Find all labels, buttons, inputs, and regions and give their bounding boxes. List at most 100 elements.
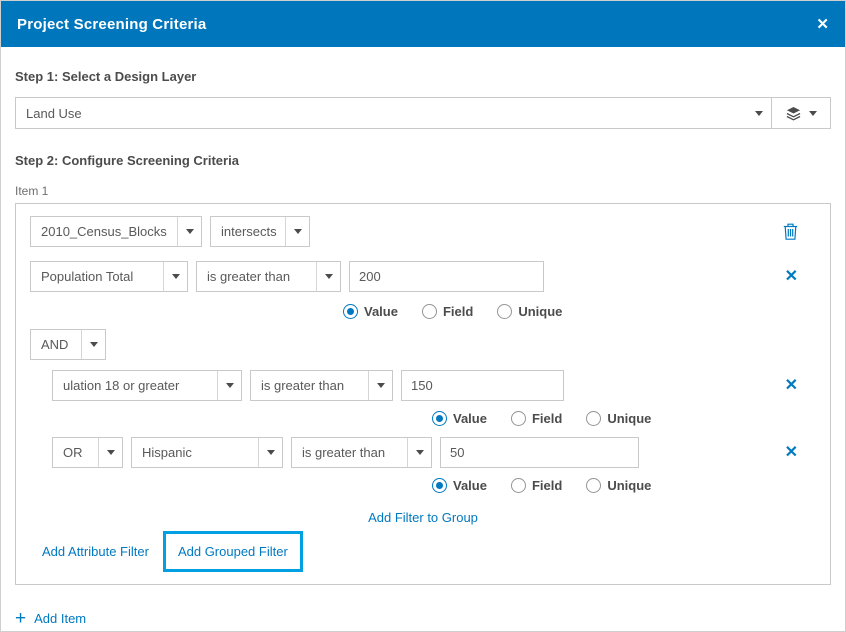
filter3-field-value: Hispanic (142, 445, 258, 460)
caret-down-icon (407, 438, 431, 467)
caret-down-icon (98, 438, 122, 467)
group-operator-value: AND (41, 337, 81, 352)
screening-layer-value: 2010_Census_Blocks (41, 224, 177, 239)
radio-option-field[interactable]: Field (511, 478, 562, 493)
radio-unchecked-icon (586, 478, 601, 493)
design-layer-row: Land Use (15, 97, 831, 129)
item-panel: 2010_Census_Blocks intersects (15, 203, 831, 585)
radio-option-unique[interactable]: Unique (586, 478, 651, 493)
filter-row-3: OR Hispanic is greater than ✕ (52, 437, 816, 468)
filter1-operator-value: is greater than (207, 269, 316, 284)
dialog-header: Project Screening Criteria ✕ (1, 1, 845, 47)
caret-down-icon (747, 98, 771, 128)
radio-label-field: Field (532, 411, 562, 426)
radio-option-field[interactable]: Field (511, 411, 562, 426)
filter2-field-value: ulation 18 or greater (63, 378, 217, 393)
radio-checked-icon (432, 411, 447, 426)
filter1-field-value: Population Total (41, 269, 163, 284)
radio-option-value[interactable]: Value (432, 411, 487, 426)
filter2-field-select[interactable]: ulation 18 or greater (52, 370, 242, 401)
step1-label: Step 1: Select a Design Layer (15, 69, 831, 84)
caret-down-icon (217, 371, 241, 400)
radio-label-field: Field (443, 304, 473, 319)
filter-actions-row: Add Attribute Filter Add Grouped Filter (30, 528, 816, 574)
radio-checked-icon (432, 478, 447, 493)
filter3-value-type-radios: Value Field Unique (432, 478, 816, 493)
spatial-operator-select[interactable]: intersects (210, 216, 310, 247)
group-operator-select[interactable]: AND (30, 329, 106, 360)
filter3-logical-select[interactable]: OR (52, 437, 123, 468)
radio-label-field: Field (532, 478, 562, 493)
dialog-body: Step 1: Select a Design Layer Land Use S… (1, 47, 845, 631)
design-layer-value: Land Use (26, 106, 747, 121)
plus-icon[interactable]: + (15, 609, 26, 628)
radio-option-unique[interactable]: Unique (586, 411, 651, 426)
filter1-operator-select[interactable]: is greater than (196, 261, 341, 292)
radio-label-unique: Unique (518, 304, 562, 319)
add-item-row: + Add Item (15, 609, 831, 628)
radio-unchecked-icon (497, 304, 512, 319)
radio-label-value: Value (453, 411, 487, 426)
radio-option-value[interactable]: Value (343, 304, 398, 319)
filter2-value-input[interactable] (401, 370, 564, 401)
filter3-field-select[interactable]: Hispanic (131, 437, 283, 468)
radio-label-value: Value (364, 304, 398, 319)
filter1-value-type-radios: Value Field Unique (343, 304, 816, 319)
filter3-logical-value: OR (63, 445, 98, 460)
radio-option-unique[interactable]: Unique (497, 304, 562, 319)
radio-unchecked-icon (586, 411, 601, 426)
filter1-value-input[interactable] (349, 261, 544, 292)
caret-down-icon (177, 217, 201, 246)
filter3-operator-select[interactable]: is greater than (291, 437, 432, 468)
filter2-value-type-radios: Value Field Unique (432, 411, 816, 426)
filter2-operator-value: is greater than (261, 378, 368, 393)
radio-label-unique: Unique (607, 478, 651, 493)
radio-label-value: Value (453, 478, 487, 493)
add-item-link[interactable]: Add Item (34, 611, 86, 626)
grouped-filters: ulation 18 or greater is greater than ✕ (52, 370, 816, 493)
add-grouped-filter-focus-box: Add Grouped Filter (163, 531, 303, 572)
filter-row-2: ulation 18 or greater is greater than ✕ (52, 370, 816, 401)
add-attribute-filter-link[interactable]: Add Attribute Filter (42, 544, 149, 559)
remove-filter1-button[interactable]: ✕ (785, 269, 798, 285)
filter-row-1: Population Total is greater than ✕ (30, 261, 816, 292)
add-grouped-filter-link[interactable]: Add Grouped Filter (178, 544, 288, 559)
radio-label-unique: Unique (607, 411, 651, 426)
caret-down-icon (809, 111, 817, 116)
radio-unchecked-icon (422, 304, 437, 319)
delete-item-button[interactable] (783, 223, 798, 240)
add-filter-to-group-row: Add Filter to Group (30, 509, 816, 524)
caret-down-icon (285, 217, 309, 246)
layers-icon (786, 106, 801, 121)
filter3-value-input[interactable] (440, 437, 639, 468)
add-filter-to-group-link[interactable]: Add Filter to Group (368, 510, 478, 525)
filter3-operator-value: is greater than (302, 445, 407, 460)
caret-down-icon (81, 330, 105, 359)
item-label: Item 1 (15, 184, 831, 198)
design-layer-select[interactable]: Land Use (16, 98, 771, 128)
remove-filter2-button[interactable]: ✕ (785, 378, 798, 394)
caret-down-icon (368, 371, 392, 400)
close-icon: ✕ (785, 269, 798, 285)
caret-down-icon (258, 438, 282, 467)
close-icon: ✕ (785, 378, 798, 394)
close-icon: ✕ (785, 445, 798, 461)
radio-option-field[interactable]: Field (422, 304, 473, 319)
caret-down-icon (316, 262, 340, 291)
close-icon[interactable]: ✕ (816, 17, 829, 32)
radio-option-value[interactable]: Value (432, 478, 487, 493)
radio-checked-icon (343, 304, 358, 319)
filter1-field-select[interactable]: Population Total (30, 261, 188, 292)
project-screening-dialog: Project Screening Criteria ✕ Step 1: Sel… (0, 0, 846, 632)
remove-filter3-button[interactable]: ✕ (785, 445, 798, 461)
spatial-operator-value: intersects (221, 224, 285, 239)
step2-label: Step 2: Configure Screening Criteria (15, 153, 831, 168)
group-operator-row: AND (30, 329, 816, 360)
filter2-operator-select[interactable]: is greater than (250, 370, 393, 401)
radio-unchecked-icon (511, 411, 526, 426)
layer-list-button[interactable] (771, 98, 830, 128)
dialog-title: Project Screening Criteria (17, 16, 816, 33)
caret-down-icon (163, 262, 187, 291)
radio-unchecked-icon (511, 478, 526, 493)
screening-layer-select[interactable]: 2010_Census_Blocks (30, 216, 202, 247)
